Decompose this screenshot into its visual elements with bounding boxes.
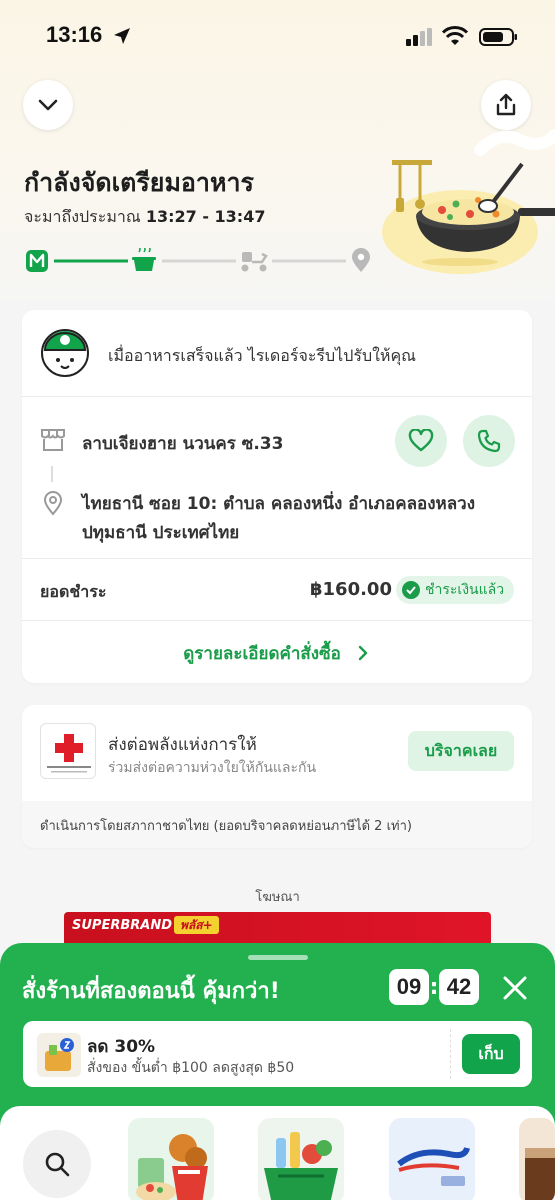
donate-button[interactable]: บริจาคเลย [408, 731, 514, 771]
promo-logo-icon [397, 1147, 470, 1186]
cooking-pot-icon [132, 248, 156, 271]
category-food[interactable] [128, 1118, 214, 1200]
donation-card: ส่งต่อพลังแห่งการให้ ร่วมส่งต่อความห่วงใ… [22, 705, 532, 848]
payment-amount: ฿160.00 [310, 579, 392, 600]
location-arrow-icon [114, 28, 130, 44]
donation-footer: ดำเนินการโดยสภากาชาดไทย (ยอดบริจาคลดหย่อ… [22, 801, 532, 848]
coupon-basket-icon [37, 1033, 81, 1077]
payment-label: ยอดชำระ [40, 582, 107, 601]
eta-time: 13:27 - 13:47 [145, 207, 266, 226]
store-icon [41, 429, 65, 451]
chevron-down-icon [38, 99, 58, 111]
battery-icon [479, 28, 517, 46]
donation-subtitle: ร่วมส่งต่อความห่วงใยให้กันและกัน [108, 760, 317, 776]
category-bar [0, 1106, 555, 1200]
thai-red-cross-logo [40, 723, 96, 779]
payment-status-text: ชำระเงินแล้ว [425, 582, 505, 598]
collect-coupon-button[interactable]: เก็บ [462, 1034, 520, 1074]
coupon-subtitle: สั่งของ ขั้นต่ำ ฿100 ลดสูงสุด ฿50 [87, 1060, 295, 1076]
order-card: เมื่ออาหารเสร็จแล้ว ไรเดอร์จะรีบไปรับให้… [22, 310, 532, 683]
category-thai-promo[interactable] [389, 1118, 475, 1200]
fried-chicken-icon [136, 1134, 208, 1200]
order-progress-tracker [26, 248, 370, 272]
close-icon[interactable] [500, 973, 530, 1003]
location-pin-icon [43, 491, 63, 516]
rider-avatar-icon [41, 329, 89, 377]
eta-text: จะมาถึงประมาณ 13:27 - 13:47 [24, 205, 265, 230]
donation-title: ส่งต่อพลังแห่งการให้ [108, 735, 257, 755]
search-button[interactable] [23, 1130, 91, 1198]
call-button[interactable] [463, 415, 515, 467]
status-time: 13:16 [46, 22, 103, 47]
ad-banner-badge: พลัส+ [174, 916, 219, 934]
order-status-title: กำลังจัดเตรียมอาหาร [24, 168, 254, 197]
divider [22, 620, 532, 621]
coupon-divider [450, 1029, 451, 1079]
status-bar: 13:16 [0, 0, 555, 70]
cellular-signal-icon [406, 28, 432, 46]
divider [22, 396, 532, 397]
route-connector [51, 466, 53, 482]
red-cross-icon [47, 734, 91, 773]
sheet-grabber[interactable] [248, 955, 308, 960]
grocery-basket-icon [264, 1132, 338, 1200]
rider-scooter-icon [241, 252, 268, 272]
coupon-card: ลด 30% สั่งของ ขั้นต่ำ ฿100 ลดสูงสุด ฿50… [23, 1021, 532, 1087]
timer-separator: : [429, 974, 439, 1000]
category-mart[interactable] [258, 1118, 344, 1200]
category-drinks[interactable] [519, 1118, 555, 1200]
promo-title: สั่งร้านที่สองตอนนี้ คุ้มกว่า! [22, 979, 280, 1004]
rider-message: เมื่ออาหารเสร็จแล้ว ไรเดอร์จะรีบไปรับให้… [108, 346, 417, 365]
wifi-icon [442, 26, 468, 45]
coffee-icon [525, 1148, 555, 1200]
check-circle-icon [402, 581, 420, 599]
favorite-button[interactable] [395, 415, 447, 467]
phone-icon [477, 429, 501, 453]
search-icon [45, 1152, 70, 1177]
coupon-title: ลด 30% [87, 1037, 156, 1057]
timer-seconds: 42 [439, 969, 479, 1005]
lineman-logo-icon [26, 250, 48, 272]
cooking-illustration [382, 129, 555, 274]
collapse-button[interactable] [23, 80, 73, 130]
destination-pin-icon [352, 248, 370, 272]
chevron-right-icon [358, 645, 367, 661]
store-name: ลาบเจียงฮาย นวนคร ซ.33 [82, 434, 284, 454]
payment-status-badge: ชำระเงินแล้ว [396, 576, 515, 604]
ad-label: โฆษณา [255, 890, 300, 905]
countdown-timer: 09 : 42 [389, 969, 479, 1005]
view-order-details-link[interactable]: ดูรายละเอียดคำสั่งซื้อ [22, 640, 532, 667]
order-details-label: ดูรายละเอียดคำสั่งซื้อ [183, 644, 341, 664]
divider [22, 558, 532, 559]
ad-banner-text: SUPERBRAND [72, 918, 172, 933]
heart-icon [408, 429, 434, 452]
timer-minutes: 09 [389, 969, 429, 1005]
delivery-address: ไทยธานี ซอย 10: ตำบล คลองหนึ่ง อำเภอคลอง… [82, 494, 475, 543]
eta-prefix: จะมาถึงประมาณ [24, 207, 141, 226]
share-icon [496, 93, 516, 116]
